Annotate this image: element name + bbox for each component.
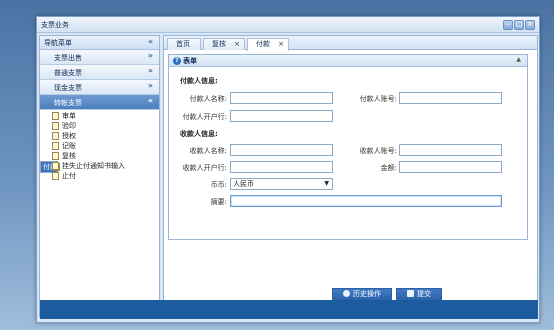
chevron-down-icon: » bbox=[147, 81, 153, 90]
payer-account-label: 付款人账号: bbox=[359, 95, 397, 103]
window-controls: – □ × bbox=[503, 20, 535, 30]
sidebar-item-review[interactable]: 审单 bbox=[40, 111, 159, 121]
tab-label: 首页 bbox=[176, 40, 190, 48]
payer-section-title: 付款人信息: bbox=[180, 77, 218, 85]
amount-input[interactable] bbox=[399, 161, 502, 173]
tab-payment[interactable]: 付款 × bbox=[247, 38, 289, 51]
sidebar-group-label: 普通支票 bbox=[54, 69, 82, 77]
sidebar-group-label: 支票出售 bbox=[54, 54, 82, 62]
document-icon bbox=[52, 132, 59, 140]
sidebar-group-check-sale[interactable]: 支票出售 » bbox=[40, 50, 159, 65]
summary-label: 摘要: bbox=[210, 198, 227, 206]
document-icon bbox=[52, 142, 59, 150]
sidebar-item-seal-verify[interactable]: 验印 bbox=[40, 121, 159, 131]
payee-account-label: 收款人账号: bbox=[359, 147, 397, 155]
payer-account-input[interactable] bbox=[399, 92, 502, 104]
sidebar-item-label: 挂失止付通知书输入 bbox=[62, 162, 125, 170]
summary-input[interactable] bbox=[230, 195, 502, 207]
tab-home[interactable]: 首页 bbox=[167, 38, 201, 50]
main-content: 首页 复核 × 付款 × ? 表单 ▲ 付款人信息: 付款人名称: 付款人账号:… bbox=[163, 35, 538, 317]
payee-bank-input[interactable] bbox=[230, 161, 333, 173]
tab-label: 付款 bbox=[256, 40, 270, 48]
document-icon bbox=[52, 162, 59, 170]
close-tab-icon[interactable]: × bbox=[278, 39, 284, 50]
document-icon bbox=[52, 172, 59, 180]
window-title: 支票业务 bbox=[41, 21, 69, 29]
payee-name-label: 收款人名称: bbox=[189, 147, 227, 155]
tab-recheck[interactable]: 复核 × bbox=[203, 38, 245, 50]
sidebar-item-loss-notice-input[interactable]: 挂失止付通知书输入 bbox=[40, 161, 159, 171]
sidebar-item-label: 审单 bbox=[62, 112, 76, 120]
amount-label: 金额: bbox=[380, 164, 397, 172]
sidebar-item-label: 验印 bbox=[62, 122, 76, 130]
form-panel: ? 表单 ▲ 付款人信息: 付款人名称: 付款人账号: 付款人开户行: 收款人信… bbox=[168, 54, 528, 240]
sidebar-group-transfer-check[interactable]: 转帐支票 « bbox=[40, 95, 159, 110]
sidebar-item-label: 复核 bbox=[62, 152, 76, 160]
collapse-left-icon[interactable]: « bbox=[148, 37, 153, 46]
currency-label: 币币: bbox=[210, 181, 227, 189]
payer-name-input[interactable] bbox=[230, 92, 333, 104]
currency-select[interactable]: 人民币 ▼ bbox=[230, 178, 333, 190]
close-tab-icon[interactable]: × bbox=[234, 39, 240, 50]
help-icon: ? bbox=[173, 57, 181, 65]
collapse-up-icon[interactable]: ▲ bbox=[516, 56, 521, 63]
sidebar-items: 审单 验印 授权 记账 复核 付款 挂失止付通知书输入 止付 bbox=[40, 110, 159, 181]
panel-title: 表单 bbox=[183, 57, 197, 65]
history-button-label: 历史操作 bbox=[353, 290, 381, 298]
document-icon bbox=[52, 152, 59, 160]
submit-button-label: 提交 bbox=[417, 290, 431, 298]
sidebar-item-recheck[interactable]: 复核 bbox=[40, 151, 159, 161]
close-icon[interactable]: × bbox=[525, 20, 535, 30]
sidebar-item-label: 授权 bbox=[62, 132, 76, 140]
sidebar-group-ordinary-check[interactable]: 普通支票 » bbox=[40, 65, 159, 80]
tab-label: 复核 bbox=[212, 40, 226, 48]
sidebar-group-label: 转帐支票 bbox=[54, 99, 82, 107]
status-bar bbox=[40, 300, 538, 319]
nav-sidebar: 导航菜单 « 支票出售 » 普通支票 » 现金支票 » 转帐支票 « 审单 验印… bbox=[39, 35, 160, 317]
document-icon bbox=[52, 122, 59, 130]
chevron-up-icon: « bbox=[147, 96, 153, 105]
payee-bank-label: 收款人开户行: bbox=[182, 164, 227, 172]
payer-bank-label: 付款人开户行: bbox=[182, 113, 227, 121]
payer-bank-input[interactable] bbox=[230, 110, 333, 122]
minimize-icon[interactable]: – bbox=[503, 20, 513, 30]
window-titlebar[interactable]: 支票业务 – □ × bbox=[37, 17, 539, 33]
search-icon bbox=[343, 290, 350, 297]
tab-bar: 首页 复核 × 付款 × bbox=[164, 36, 537, 51]
dropdown-arrow-icon: ▼ bbox=[324, 180, 329, 187]
document-icon bbox=[52, 112, 59, 120]
sidebar-title: 导航菜单 bbox=[44, 39, 72, 47]
panel-header: ? 表单 ▲ bbox=[169, 55, 527, 67]
save-icon bbox=[407, 290, 414, 297]
app-window: 支票业务 – □ × 导航菜单 « 支票出售 » 普通支票 » 现金支票 » 转… bbox=[36, 16, 540, 323]
chevron-down-icon: » bbox=[147, 51, 153, 60]
chevron-down-icon: » bbox=[147, 66, 153, 75]
sidebar-item-label: 记账 bbox=[62, 142, 76, 150]
payee-section-title: 收款人信息: bbox=[180, 130, 218, 138]
sidebar-header[interactable]: 导航菜单 « bbox=[40, 36, 159, 50]
sidebar-item-authorize[interactable]: 授权 bbox=[40, 131, 159, 141]
sidebar-group-cash-check[interactable]: 现金支票 » bbox=[40, 80, 159, 95]
currency-selected-value: 人民币 bbox=[233, 180, 254, 188]
payee-account-input[interactable] bbox=[399, 144, 502, 156]
sidebar-item-label: 止付 bbox=[62, 172, 76, 180]
sidebar-group-label: 现金支票 bbox=[54, 84, 82, 92]
payer-name-label: 付款人名称: bbox=[189, 95, 227, 103]
sidebar-item-stop-payment[interactable]: 止付 bbox=[40, 171, 159, 181]
maximize-icon[interactable]: □ bbox=[514, 20, 524, 30]
sidebar-item-bookkeeping[interactable]: 记账 bbox=[40, 141, 159, 151]
payee-name-input[interactable] bbox=[230, 144, 333, 156]
